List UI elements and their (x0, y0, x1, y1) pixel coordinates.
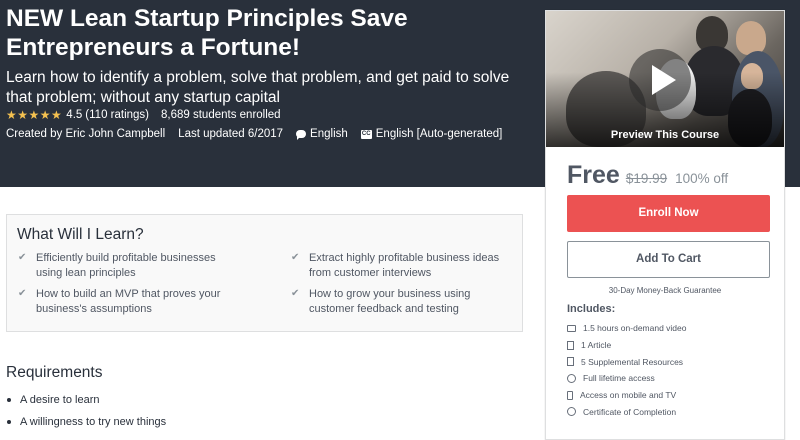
price-row: Free $19.99 100% off (567, 161, 728, 190)
language-item: English (296, 128, 348, 140)
captions-item: CC English [Auto-generated] (360, 128, 503, 140)
money-back-guarantee: 30-Day Money-Back Guarantee (608, 286, 722, 295)
includes-item: 1.5 hours on-demand video (567, 320, 687, 337)
file-icon (567, 357, 574, 367)
original-price: $19.99 (625, 171, 668, 186)
course-title: NEW Lean Startup Principles Save Entrepr… (6, 5, 408, 61)
bullet-icon (7, 420, 11, 424)
includes-item-label: Certificate of Completion (583, 406, 677, 417)
learn-item-text: How to grow your business using customer… (309, 288, 471, 315)
learn-item: ✔ Efficiently build profitable businesse… (18, 251, 233, 280)
learn-item: ✔ How to build an MVP that proves your b… (18, 287, 233, 316)
includes-item-label: 1.5 hours on-demand video (583, 323, 687, 334)
check-icon: ✔ (291, 252, 300, 263)
purchase-card: Preview This Course Free $19.99 100% off… (545, 10, 785, 440)
includes-item: Full lifetime access (567, 370, 687, 387)
requirements-title: Requirements (6, 364, 103, 381)
bullet-icon (7, 398, 11, 402)
includes-item: 1 Article (567, 337, 687, 354)
infinity-icon (567, 373, 576, 383)
rating-value: 4.5 (66, 109, 83, 121)
requirement-text: A willingness to try new things (20, 416, 167, 428)
preview-label[interactable]: Preview This Course (546, 129, 784, 141)
check-icon: ✔ (291, 288, 300, 299)
rating-row: ★★★★★ 4.5 (110 ratings) 8,689 students e… (6, 108, 281, 122)
includes-title: Includes: (567, 303, 616, 315)
learn-item: ✔ How to grow your business using custom… (291, 287, 513, 316)
instructor-credit[interactable]: Created by Eric John Campbell (6, 128, 165, 140)
star-rating-icon: ★★★★★ (6, 108, 63, 122)
includes-item: Access on mobile and TV (567, 387, 687, 404)
enrolled-count: 8,689 students enrolled (161, 109, 281, 121)
includes-item-label: Access on mobile and TV (580, 390, 677, 401)
learn-item: ✔ Extract highly profitable business ide… (291, 251, 513, 280)
requirement-text: A desire to learn (20, 394, 100, 406)
learn-title: What Will I Learn? (17, 226, 144, 243)
includes-item: Certificate of Completion (567, 403, 687, 420)
requirements-list: A desire to learn A willingness to try n… (6, 389, 166, 433)
includes-item-label: 5 Supplemental Resources (581, 356, 684, 367)
last-updated: Last updated 6/2017 (178, 128, 284, 140)
enroll-now-button[interactable]: Enroll Now (567, 195, 770, 232)
learn-item-text: Efficiently build profitable businesses … (36, 252, 216, 279)
course-meta-row: Created by Eric John Campbell Last updat… (6, 128, 515, 140)
includes-item-label: Full lifetime access (583, 373, 655, 384)
discount-label: 100% off (675, 171, 729, 186)
includes-item-label: 1 Article (581, 340, 612, 351)
course-subtitle: Learn how to identify a problem, solve t… (6, 69, 510, 106)
video-icon (567, 324, 576, 332)
add-to-cart-button[interactable]: Add To Cart (567, 241, 770, 278)
certificate-icon (567, 407, 576, 417)
requirement-item: A willingness to try new things (6, 411, 166, 433)
captions-label: English [Auto-generated] (375, 128, 503, 140)
speech-bubble-icon (296, 130, 307, 140)
check-icon: ✔ (18, 252, 27, 263)
article-icon (567, 340, 574, 350)
closed-captions-icon: CC (360, 129, 372, 139)
mobile-icon (567, 390, 573, 400)
language-label: English (310, 128, 348, 140)
check-icon: ✔ (18, 288, 27, 299)
requirement-item: A desire to learn (6, 389, 166, 411)
learn-item-text: How to build an MVP that proves your bus… (36, 288, 221, 315)
includes-item: 5 Supplemental Resources (567, 353, 687, 370)
ratings-count[interactable]: (110 ratings) (85, 109, 149, 121)
learn-item-text: Extract highly profitable business ideas… (309, 252, 500, 279)
current-price: Free (567, 161, 620, 189)
play-triangle (652, 65, 676, 95)
play-icon[interactable] (629, 49, 691, 111)
what-you-will-learn: What Will I Learn? ✔ Efficiently build p… (6, 214, 523, 332)
includes-list: 1.5 hours on-demand video 1 Article 5 Su… (567, 320, 687, 420)
course-preview-video[interactable]: Preview This Course (546, 11, 784, 147)
